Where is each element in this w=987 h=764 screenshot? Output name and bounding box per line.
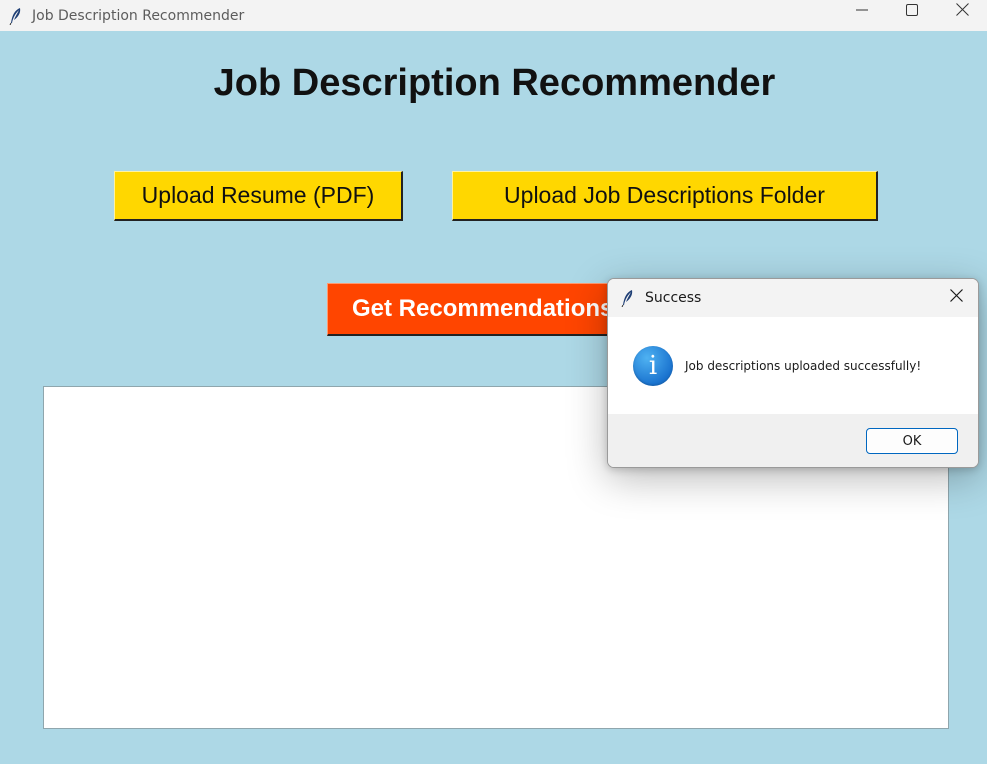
dialog-title: Success [645, 290, 702, 306]
dialog-titlebar: Success [608, 279, 978, 317]
minimize-icon [856, 3, 868, 21]
upload-resume-button[interactable]: Upload Resume (PDF) [114, 171, 403, 221]
feather-icon [8, 7, 24, 25]
maximize-icon [906, 3, 918, 21]
ok-button[interactable]: OK [866, 428, 958, 454]
success-dialog: Success i Job descriptions uploaded succ… [607, 278, 979, 468]
window-title: Job Description Recommender [32, 7, 245, 24]
information-icon: i [633, 345, 673, 386]
minimize-button[interactable] [837, 0, 887, 24]
window-titlebar: Job Description Recommender [0, 0, 987, 31]
dialog-footer: OK [608, 414, 978, 467]
dialog-message: Job descriptions uploaded successfully! [685, 358, 922, 373]
window-controls [837, 0, 987, 31]
dialog-body: i Job descriptions uploaded successfully… [608, 317, 978, 414]
close-icon [955, 3, 969, 21]
close-button[interactable] [937, 0, 987, 24]
feather-icon [621, 290, 637, 307]
maximize-button[interactable] [887, 0, 937, 24]
upload-job-descriptions-button[interactable]: Upload Job Descriptions Folder [452, 171, 878, 221]
page-title: Job Description Recommender [213, 62, 776, 104]
dialog-close-button[interactable] [942, 286, 970, 310]
close-icon [949, 289, 963, 307]
